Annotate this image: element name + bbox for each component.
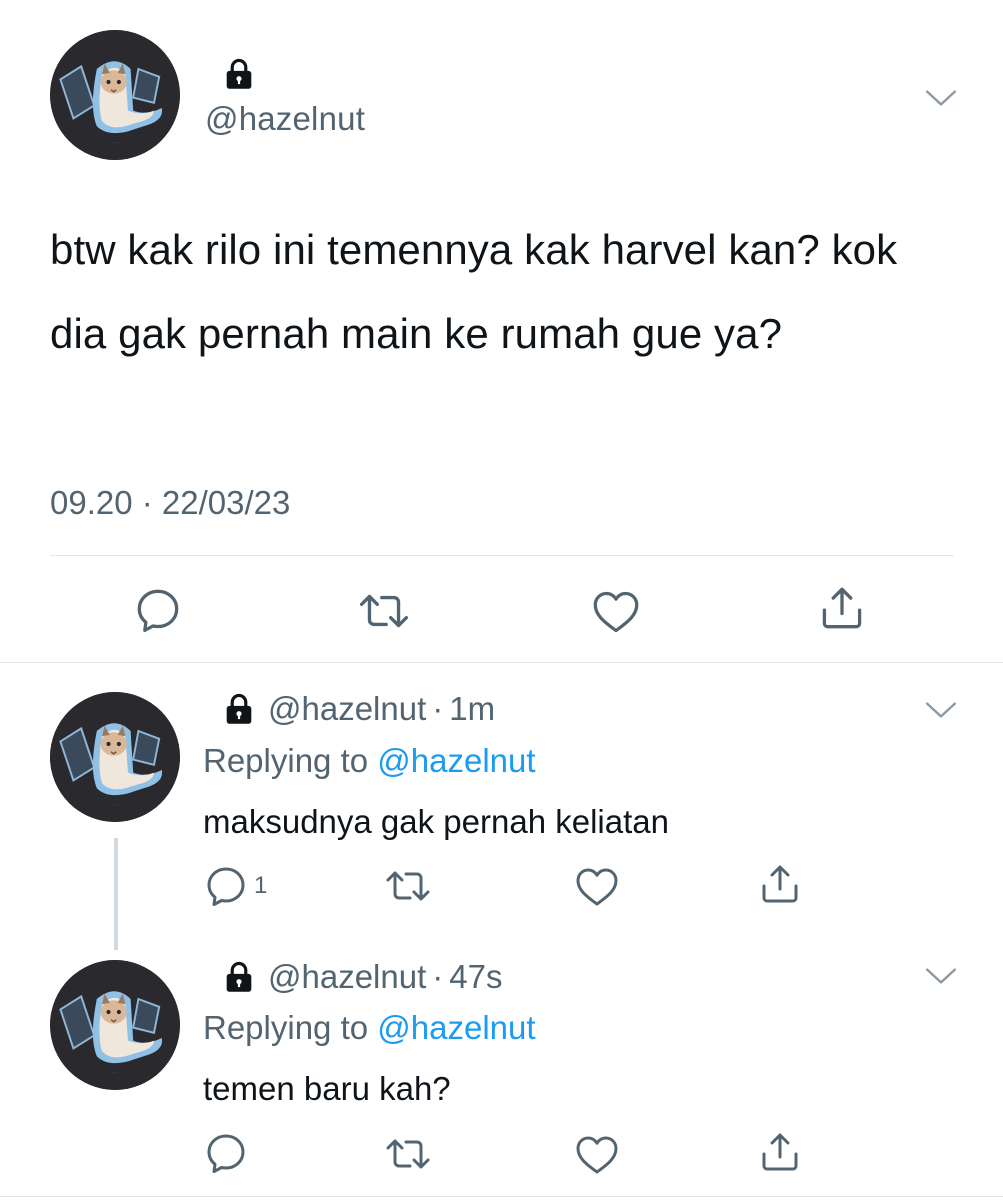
reply-button[interactable]: 1 xyxy=(206,866,267,906)
mention-link[interactable]: @hazelnut xyxy=(377,742,535,779)
tweet-text: temen baru kah? xyxy=(203,1070,451,1107)
like-button[interactable] xyxy=(575,867,619,907)
reply-header: @hazelnut · 1m xyxy=(222,690,495,728)
retweet-button[interactable] xyxy=(385,1137,431,1171)
section-divider xyxy=(0,662,1003,663)
avatar-image xyxy=(50,30,180,160)
tweet-text: maksudnya gak pernah keliatan xyxy=(203,803,669,840)
retweet-icon xyxy=(385,869,431,903)
lock-icon xyxy=(222,58,256,90)
share-button[interactable] xyxy=(760,1132,800,1172)
share-icon xyxy=(820,586,864,630)
replying-to-label: Replying to xyxy=(203,1009,378,1046)
like-button[interactable] xyxy=(575,1135,619,1175)
lock-icon xyxy=(222,693,256,725)
like-icon xyxy=(575,1135,619,1175)
like-icon xyxy=(575,867,619,907)
tweet-time[interactable]: 47s xyxy=(449,958,502,996)
like-button[interactable] xyxy=(592,590,640,634)
separator-dot: · xyxy=(432,690,444,727)
avatar[interactable] xyxy=(50,30,180,160)
reply-header: @hazelnut · 47s xyxy=(222,958,502,996)
chevron-down-icon[interactable] xyxy=(925,88,957,108)
reply-icon xyxy=(206,1133,246,1173)
chevron-down-icon[interactable] xyxy=(925,700,957,720)
lock-icon xyxy=(222,961,256,993)
tweet-text: btw kak rilo ini temennya kak harvel kan… xyxy=(50,226,898,357)
divider xyxy=(50,555,954,556)
bottom-divider xyxy=(0,1196,1003,1197)
mention-link[interactable]: @hazelnut xyxy=(377,1009,535,1046)
replying-to: Replying to @hazelnut xyxy=(203,742,536,780)
reply-button[interactable] xyxy=(206,1133,246,1173)
reply-icon xyxy=(206,866,246,906)
avatar-image xyxy=(50,960,180,1090)
like-icon xyxy=(592,590,640,634)
chevron-down-icon[interactable] xyxy=(925,966,957,986)
thread-line xyxy=(114,838,118,950)
replying-to: Replying to @hazelnut xyxy=(203,1009,536,1047)
share-icon xyxy=(760,1132,800,1172)
avatar[interactable] xyxy=(50,960,180,1090)
replying-to-label: Replying to xyxy=(203,742,378,779)
username-handle[interactable]: @hazelnut xyxy=(268,958,426,996)
retweet-icon xyxy=(359,592,409,630)
avatar[interactable] xyxy=(50,692,180,822)
avatar-image xyxy=(50,692,180,822)
retweet-icon xyxy=(385,1137,431,1171)
share-button[interactable] xyxy=(760,864,800,904)
separator-dot: · xyxy=(432,958,444,995)
reply-count: 1 xyxy=(254,872,268,899)
username-handle[interactable]: @hazelnut xyxy=(205,100,365,138)
share-button[interactable] xyxy=(820,586,864,630)
tweet-timestamp[interactable]: 09.20 · 22/03/23 xyxy=(50,484,290,522)
retweet-button[interactable] xyxy=(385,869,431,903)
retweet-button[interactable] xyxy=(359,592,409,630)
username-handle[interactable]: @hazelnut xyxy=(268,690,426,728)
reply-button[interactable] xyxy=(136,588,180,632)
reply-icon xyxy=(136,588,180,632)
share-icon xyxy=(760,864,800,904)
tweet-time[interactable]: 1m xyxy=(449,690,495,728)
